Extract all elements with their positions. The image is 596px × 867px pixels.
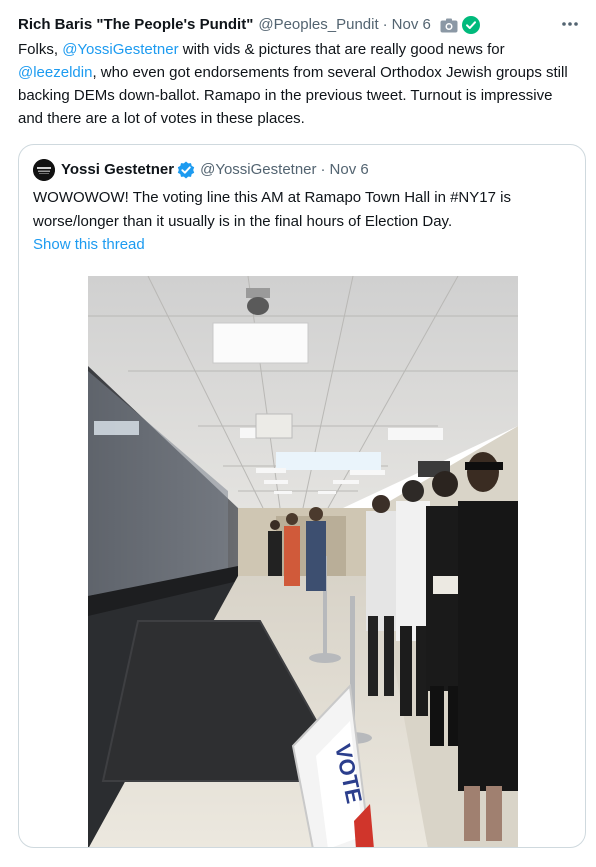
tweet-text: Folks, @YossiGestetner with vids & pictu…	[18, 38, 578, 130]
quoted-author-name[interactable]: Yossi Gestetner	[61, 160, 174, 180]
avatar[interactable]	[33, 159, 55, 181]
quoted-tweet[interactable]: Yossi Gestetner @YossiGestetner · Nov 6 …	[18, 144, 586, 848]
text-segment: Folks,	[18, 41, 63, 58]
dot-separator: ·	[320, 161, 326, 178]
author-handle[interactable]: @Peoples_Pundit	[258, 15, 378, 35]
verified-badge-icon	[177, 161, 195, 179]
quoted-tweet-date[interactable]: Nov 6	[330, 160, 369, 180]
author-name[interactable]: Rich Baris "The People's Pundit"	[18, 15, 253, 35]
tweet[interactable]: Rich Baris "The People's Pundit" @People…	[0, 0, 596, 867]
more-options-button[interactable]	[556, 10, 584, 38]
quoted-tweet-text: WOWOWOW! The voting line this AM at Rama…	[33, 189, 511, 230]
check-badge-icon	[461, 16, 480, 34]
mention-link-leezeldin[interactable]: @leezeldin	[18, 64, 92, 81]
quoted-author-handle[interactable]: @YossiGestetner	[200, 160, 316, 180]
dot-separator: ·	[382, 16, 388, 33]
mention-link-yossigestetner[interactable]: @YossiGestetner	[62, 41, 178, 58]
text-segment: with vids & pictures that are really goo…	[178, 41, 505, 58]
show-thread-link[interactable]: Show this thread	[33, 235, 145, 255]
tweet-date[interactable]: Nov 6	[392, 15, 431, 35]
tweet-photo[interactable]: VOTE	[88, 276, 518, 847]
camera-icon	[440, 18, 458, 33]
more-icon	[562, 22, 578, 26]
text-segment: , who even got endorsements from several…	[18, 64, 568, 127]
tweet-header: Rich Baris "The People's Pundit" @People…	[18, 14, 480, 36]
quoted-tweet-header: Yossi Gestetner @YossiGestetner · Nov 6	[33, 159, 369, 181]
